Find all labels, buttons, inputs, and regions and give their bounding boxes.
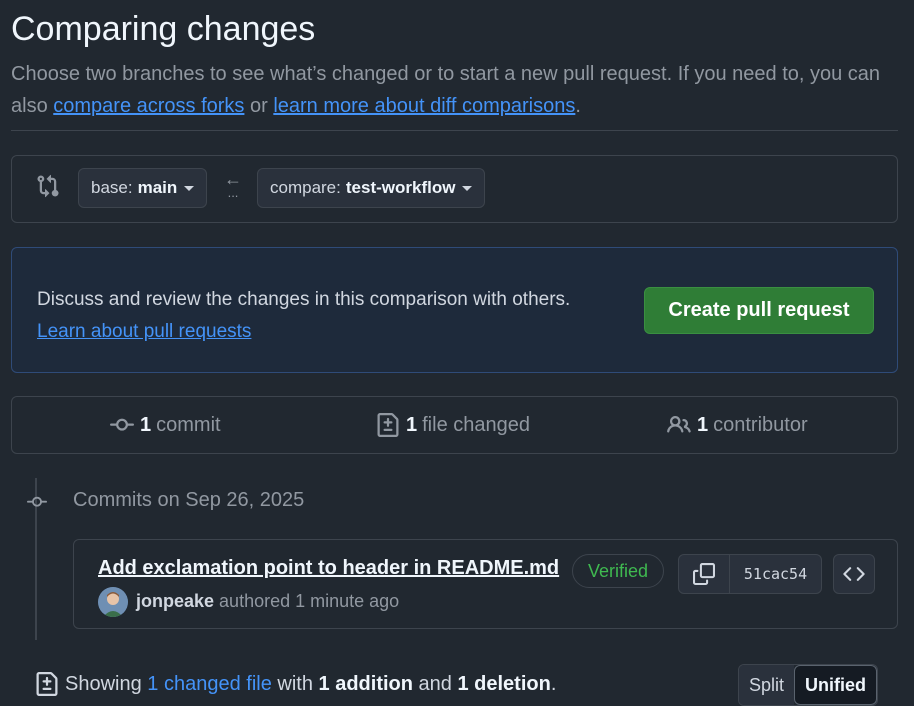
avatar[interactable] xyxy=(98,587,128,617)
unified-view-button[interactable]: Unified xyxy=(794,665,878,705)
arrow-left-icon: ← ... xyxy=(224,169,242,200)
changed-files-link[interactable]: 1 changed file xyxy=(147,673,272,696)
create-pull-request-button[interactable]: Create pull request xyxy=(644,287,874,334)
commits-date-heading: Commits on Sep 26, 2025 xyxy=(73,489,305,511)
commit-sha-group: 51cac54 xyxy=(678,554,822,594)
commit-title-link[interactable]: Add exclamation point to header in READM… xyxy=(98,557,559,580)
file-diff-icon xyxy=(36,672,58,696)
commit-icon xyxy=(110,418,134,431)
commit-sha-link[interactable]: 51cac54 xyxy=(730,555,821,593)
diff-view-toggle: Split Unified xyxy=(738,664,879,706)
contributors-tab[interactable]: 1 contributor xyxy=(667,397,808,453)
author-name-link[interactable]: jonpeake xyxy=(136,591,214,611)
verified-badge[interactable]: Verified xyxy=(572,554,664,588)
learn-diff-comparisons-link[interactable]: learn more about diff comparisons xyxy=(273,95,575,117)
commit-author-line: jonpeake authored 1 minute ago xyxy=(136,591,400,611)
base-branch-dropdown[interactable]: base: main xyxy=(78,168,208,208)
commits-tab[interactable]: 1 commit xyxy=(110,397,221,453)
caret-down-icon xyxy=(462,185,473,191)
copy-sha-button[interactable] xyxy=(679,555,730,593)
page-subtitle: Choose two branches to see what’s change… xyxy=(11,63,881,117)
commit-icon xyxy=(25,492,49,517)
learn-about-pull-requests-link[interactable]: Learn about pull requests xyxy=(37,321,251,342)
divider xyxy=(11,130,898,131)
code-icon xyxy=(843,567,865,581)
compare-branch-dropdown[interactable]: compare: test-workflow xyxy=(257,168,486,208)
caret-down-icon xyxy=(184,185,195,191)
diff-summary: Showing 1 changed file with 1 addition a… xyxy=(35,672,556,696)
comparison-stats: 1 commit 1 file changed 1 contributor xyxy=(11,396,898,454)
files-changed-tab[interactable]: 1 file changed xyxy=(376,397,530,453)
git-compare-icon xyxy=(36,174,60,203)
flash-message: Discuss and review the changes in this c… xyxy=(37,289,571,310)
split-view-button[interactable]: Split xyxy=(739,665,795,705)
file-diff-icon xyxy=(377,413,399,437)
browse-code-button[interactable] xyxy=(833,554,875,594)
range-editor: base: main ← ... compare: test-workflow xyxy=(11,155,898,223)
page-title: Comparing changes xyxy=(11,10,316,48)
compare-across-forks-link[interactable]: compare across forks xyxy=(53,95,244,117)
copy-icon xyxy=(693,563,715,585)
people-icon xyxy=(667,415,691,433)
pull-request-flash: Discuss and review the changes in this c… xyxy=(11,247,898,373)
commit-list-item: Add exclamation point to header in READM… xyxy=(73,539,898,629)
relative-time: 1 minute ago xyxy=(295,591,400,611)
